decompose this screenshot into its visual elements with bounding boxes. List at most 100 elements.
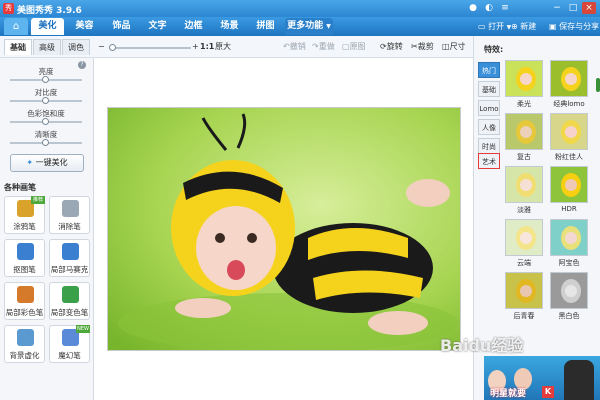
tab-scenes[interactable]: 场景 <box>213 18 246 35</box>
contrast-slider-knob[interactable] <box>42 97 49 104</box>
category-popular[interactable]: 热门 <box>478 62 500 78</box>
contrast-slider[interactable] <box>10 97 82 104</box>
tab-collage[interactable]: 拼图 <box>249 18 282 35</box>
effect-black-white[interactable]: 黑白色 <box>547 272 591 323</box>
close-button[interactable]: × <box>582 2 596 14</box>
user-icon[interactable]: ● <box>466 2 480 14</box>
one-click-label: 一键美化 <box>35 158 68 167</box>
brightness-slider-knob[interactable] <box>42 76 49 83</box>
redo-button[interactable]: ↷重做 <box>312 41 335 53</box>
tab-frames[interactable]: 边框 <box>177 18 210 35</box>
color-brush-label: 局部彩色笔 <box>5 308 44 317</box>
image-canvas[interactable] <box>94 58 473 400</box>
size-button[interactable]: ◫尺寸 <box>442 41 466 53</box>
effect-thumbnail <box>550 219 588 256</box>
open-button[interactable]: ▭ 打开 ▼ <box>478 20 511 33</box>
skin-icon[interactable]: ◐ <box>482 2 496 14</box>
subtab-advanced[interactable]: 高级 <box>33 39 61 55</box>
effect-abao-color[interactable]: 阿宝色 <box>547 219 591 270</box>
category-fashion[interactable]: 时尚 <box>478 138 500 154</box>
subtab-basic[interactable]: 基础 <box>4 39 32 55</box>
effect-thumbnail <box>505 219 543 256</box>
undo-button[interactable]: ↶撤销 <box>283 41 306 53</box>
category-art[interactable]: 艺术 <box>478 153 500 169</box>
main-tab-bar: ⌂ 美化 美容 饰品 文字 边框 场景 拼图 更多功能 ▼ ▭ 打开 ▼ ⊕ 新… <box>0 17 600 36</box>
actual-size-icon: 1:1 <box>200 42 215 51</box>
zoom-in-icon[interactable]: + <box>192 41 199 53</box>
effect-pink-lady[interactable]: 粉红佳人 <box>547 113 591 164</box>
eraser-pen-label: 消除笔 <box>58 222 81 231</box>
tab-more-features[interactable]: 更多功能 ▼ <box>285 18 333 35</box>
sharpness-slider[interactable] <box>10 139 82 146</box>
cutout-pen-label: 抠图笔 <box>13 265 36 274</box>
crop-label: 裁剪 <box>417 42 434 51</box>
effect-label: 阿宝色 <box>558 259 580 267</box>
color-brush-tool[interactable]: 局部彩色笔 <box>4 282 45 320</box>
eraser-pen-tool[interactable]: 消除笔 <box>49 196 90 234</box>
zoom-slider-knob[interactable] <box>109 44 116 51</box>
effect-label: HDR <box>561 205 577 213</box>
doodle-pen-tool[interactable]: 推荐 涂鸦笔 <box>4 196 45 234</box>
original-button[interactable]: ▢原图 <box>342 41 366 53</box>
effect-elegant[interactable]: 淡雅 <box>502 166 546 217</box>
save-share-button[interactable]: ▣ 保存与分享 <box>549 20 599 33</box>
ad-mark: K <box>542 386 554 398</box>
effect-soft-light[interactable]: 柔光 <box>502 60 546 111</box>
category-lomo[interactable]: Lomo <box>478 100 500 116</box>
zoom-slider[interactable] <box>109 44 191 51</box>
saturation-slider[interactable] <box>10 118 82 125</box>
ad-banner[interactable]: 明星就要 K <box>484 356 600 400</box>
tab-beautify[interactable]: 美化 <box>31 18 64 35</box>
tab-beauty[interactable]: 美容 <box>68 18 101 35</box>
home-tab[interactable]: ⌂ <box>4 18 28 35</box>
brightness-slider[interactable] <box>10 76 82 83</box>
open-label: 打开 <box>488 22 505 31</box>
photo-illustration <box>108 108 460 350</box>
category-basic[interactable]: 基础 <box>478 81 500 97</box>
mosaic-tool[interactable]: 局部马赛克 <box>49 239 90 277</box>
title-bar: 秀 美图秀秀 3.9.6 ● ◐ ≡ − □ × <box>0 0 600 17</box>
category-portrait[interactable]: 人像 <box>478 119 500 135</box>
effect-retro[interactable]: 复古 <box>502 113 546 164</box>
original-label: 原图 <box>349 42 366 51</box>
rotate-button[interactable]: ⟳旋转 <box>380 41 403 53</box>
photo-baby-bee-costume[interactable] <box>107 107 461 351</box>
cutout-pen-icon <box>17 243 34 260</box>
effect-thumbnail <box>550 113 588 150</box>
effect-thumbnail <box>505 60 543 97</box>
new-button[interactable]: ⊕ 新建 <box>511 20 536 33</box>
magic-pen-tool[interactable]: NEW 魔幻笔 <box>49 325 90 363</box>
effect-late-youth[interactable]: 后青春 <box>502 272 546 323</box>
crop-button[interactable]: ✂裁剪 <box>411 41 434 53</box>
chevron-down-icon: ▼ <box>326 23 331 30</box>
effect-thumbnail <box>505 272 543 309</box>
rotate-icon: ⟳ <box>380 42 387 51</box>
one-click-beautify-button[interactable]: ✦ 一键美化 <box>10 154 84 172</box>
tab-accessories[interactable]: 饰品 <box>105 18 138 35</box>
recolor-pen-tool[interactable]: 局部变色笔 <box>49 282 90 320</box>
menu-icon[interactable]: ≡ <box>498 2 512 14</box>
subtab-color[interactable]: 调色 <box>62 39 90 55</box>
effect-classic-lomo[interactable]: 经典lomo <box>547 60 591 111</box>
zoom-out-icon[interactable]: − <box>98 41 105 53</box>
effect-thumbnail <box>505 113 543 150</box>
original-image-icon: ▢ <box>342 42 350 51</box>
redo-icon: ↷ <box>312 42 319 51</box>
recommend-badge: 推荐 <box>31 196 45 204</box>
side-grip-handle[interactable] <box>596 78 600 92</box>
tab-text[interactable]: 文字 <box>141 18 174 35</box>
magic-wand-icon: ✦ <box>26 158 34 167</box>
magic-pen-label: 魔幻笔 <box>58 351 81 360</box>
save-icon: ▣ <box>549 22 557 31</box>
effect-label: 粉红佳人 <box>555 153 583 161</box>
effect-hdr[interactable]: HDR <box>547 166 591 217</box>
effect-label: 黑白色 <box>558 312 580 320</box>
minimize-button[interactable]: − <box>550 2 564 14</box>
blur-background-tool[interactable]: 背景虚化 <box>4 325 45 363</box>
maximize-button[interactable]: □ <box>566 2 580 14</box>
actual-size-button[interactable]: 原大 <box>215 41 231 53</box>
sharpness-slider-knob[interactable] <box>42 139 49 146</box>
effect-cloud[interactable]: 云端 <box>502 219 546 270</box>
cutout-pen-tool[interactable]: 抠图笔 <box>4 239 45 277</box>
saturation-slider-knob[interactable] <box>42 118 49 125</box>
